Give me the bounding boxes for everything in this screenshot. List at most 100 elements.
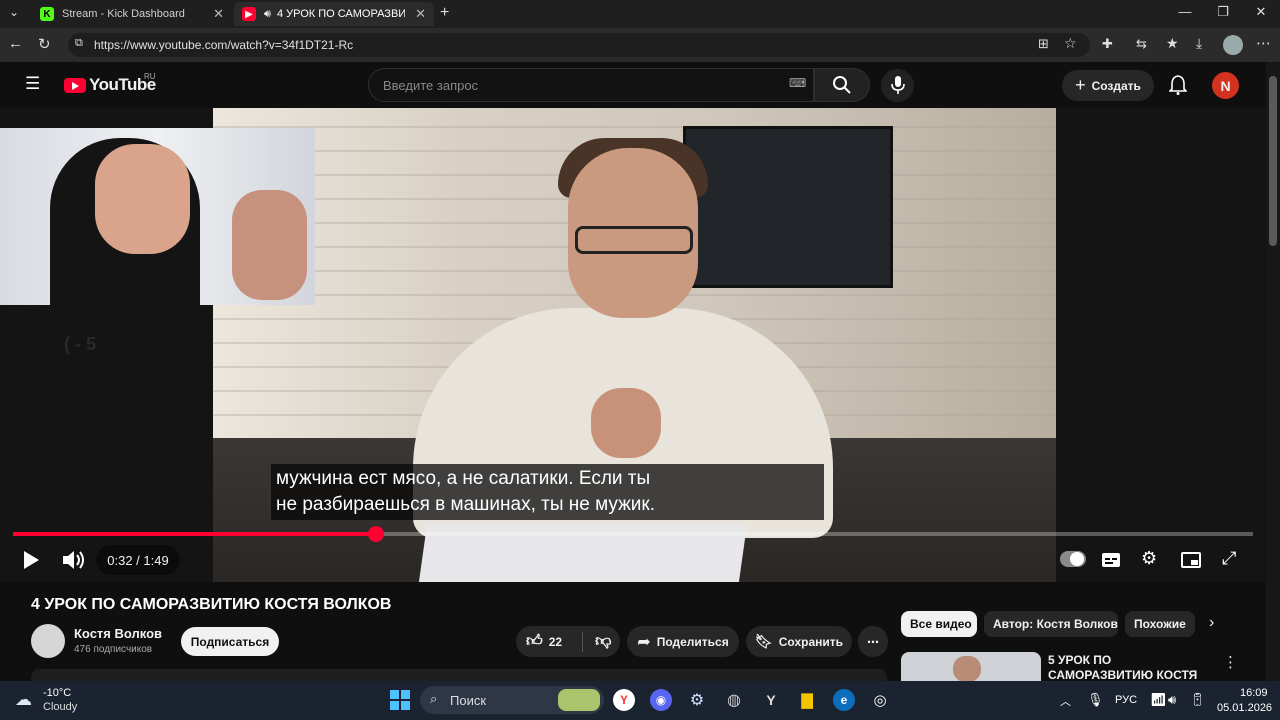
- create-button[interactable]: + Создать: [1062, 70, 1154, 101]
- app-available-icon[interactable]: ⊞: [1038, 36, 1049, 52]
- youtube-header: ☰ YouTube RU Введите запрос ⌨ + Создать …: [0, 62, 1266, 108]
- extensions-icon[interactable]: ✚: [1102, 36, 1113, 52]
- vpn-globe-icon[interactable]: ◍: [723, 689, 745, 711]
- url-field[interactable]: ⧉ https://www.youtube.com/watch?v=34f1DT…: [68, 33, 1090, 57]
- kick-icon: K: [40, 7, 54, 21]
- microphone-icon: [891, 76, 905, 94]
- edge-browser-icon[interactable]: e: [833, 689, 855, 711]
- save-button[interactable]: 🔖︎ Сохранить: [746, 626, 852, 657]
- more-actions-button[interactable]: ⋯: [858, 626, 888, 657]
- more-vertical-icon[interactable]: ⋮: [1223, 653, 1238, 671]
- chevron-right-icon[interactable]: ›: [1209, 614, 1214, 632]
- share-button[interactable]: ➦ Поделиться: [627, 626, 739, 657]
- steam-icon[interactable]: ⚙: [686, 689, 708, 711]
- player-letterbox-right: [1056, 108, 1266, 582]
- input-language[interactable]: РУС: [1115, 694, 1137, 706]
- play-icon[interactable]: [22, 550, 40, 570]
- split-screen-icon[interactable]: ⇆: [1136, 36, 1147, 52]
- close-icon[interactable]: ✕: [213, 6, 224, 22]
- video-player[interactable]: ( - 5 мужчина ест мясо, а не салатики. Е…: [0, 108, 1266, 582]
- thumbs-up-icon[interactable]: 👍︎: [526, 632, 543, 651]
- close-window-icon[interactable]: ✕: [1242, 4, 1280, 20]
- tab-list-icon[interactable]: ⌄: [9, 5, 19, 19]
- cloudy-weather-icon[interactable]: ☁: [15, 690, 32, 710]
- tray-chevron-up-icon[interactable]: ︿: [1060, 693, 1071, 709]
- region-code: RU: [144, 72, 156, 81]
- presenter-fist: [591, 388, 661, 458]
- chip-by-author[interactable]: Автор: Костя Волков: [984, 611, 1118, 637]
- yandex-browser-icon[interactable]: Y: [613, 689, 635, 711]
- battery-icon[interactable]: 🔋︎: [1189, 692, 1206, 708]
- windows-start-icon[interactable]: [389, 689, 411, 711]
- restore-icon[interactable]: ❐: [1204, 4, 1242, 20]
- discord-icon[interactable]: ◉: [650, 689, 672, 711]
- downloads-icon[interactable]: ⤓: [1196, 35, 1202, 52]
- weather-temperature[interactable]: -10°C: [43, 687, 71, 699]
- tab-kick-dashboard[interactable]: K Stream - Kick Dashboard ✕: [32, 2, 232, 26]
- keyboard-icon[interactable]: ⌨: [789, 76, 806, 90]
- channel-avatar[interactable]: [31, 624, 65, 658]
- clock-time[interactable]: 16:09: [1240, 687, 1268, 699]
- page-scrollbar[interactable]: [1266, 62, 1280, 682]
- autoplay-toggle[interactable]: [1060, 551, 1086, 567]
- tray-volume-icon[interactable]: 🔊︎: [1168, 692, 1176, 708]
- thumbs-down-icon[interactable]: 👎︎: [595, 632, 611, 651]
- taskbar-search[interactable]: ⌕ Поиск: [420, 686, 604, 714]
- account-avatar[interactable]: N: [1212, 72, 1239, 99]
- description-box[interactable]: [31, 669, 887, 681]
- reload-icon[interactable]: ↻: [38, 35, 51, 53]
- ghost-overlay-text: ( - 5: [64, 334, 97, 354]
- profile-avatar[interactable]: [1223, 35, 1243, 55]
- search-icon: ⌕: [430, 691, 438, 706]
- search-placeholder: Введите запрос: [383, 78, 479, 93]
- tab-youtube-video[interactable]: ▶ 🔊︎ 4 УРОК ПО САМОРАЗВИТИ ✕: [234, 2, 434, 26]
- search-input[interactable]: Введите запрос ⌨: [368, 68, 814, 102]
- notifications-bell-icon[interactable]: [1169, 75, 1187, 95]
- chip-all-videos[interactable]: Все видео: [901, 611, 977, 637]
- subtitles-icon[interactable]: [1101, 552, 1121, 568]
- channel-name[interactable]: Костя Волков: [74, 626, 162, 641]
- miniplayer-icon[interactable]: [1181, 552, 1201, 568]
- speaker-icon[interactable]: 🔊︎: [264, 8, 271, 21]
- back-icon[interactable]: ←: [8, 35, 23, 52]
- close-icon[interactable]: ✕: [415, 6, 426, 22]
- yandex-music-icon[interactable]: Y: [760, 689, 782, 711]
- minimize-icon[interactable]: —: [1166, 4, 1204, 19]
- tab-label: Stream - Kick Dashboard: [62, 8, 185, 20]
- favorite-star-icon[interactable]: ☆: [1064, 35, 1077, 52]
- site-info-icon[interactable]: ⧉: [75, 37, 83, 50]
- obs-studio-icon[interactable]: ◎: [869, 689, 891, 711]
- settings-gear-icon[interactable]: ⚙: [1141, 548, 1157, 569]
- youtube-logo-icon[interactable]: [64, 78, 86, 93]
- chip-similar[interactable]: Похожие: [1125, 611, 1195, 637]
- subscribe-button[interactable]: Подписаться: [181, 627, 279, 656]
- recommended-thumbnail[interactable]: [901, 652, 1041, 682]
- weather-description[interactable]: Cloudy: [43, 701, 77, 713]
- recommended-title[interactable]: 5 УРОК ПО САМОРАЗВИТИЮ КОСТЯ ВОЛКОВ: [1048, 653, 1218, 681]
- file-explorer-icon[interactable]: ▇: [796, 689, 818, 711]
- search-icon: [833, 76, 851, 94]
- new-tab-icon[interactable]: +: [440, 4, 449, 22]
- scrollbar-thumb[interactable]: [1269, 76, 1277, 246]
- wifi-icon[interactable]: 📶︎: [1150, 692, 1167, 708]
- tray-microphone-icon[interactable]: 🎙︎: [1087, 692, 1104, 708]
- search-button[interactable]: [814, 68, 870, 102]
- progress-scrubber[interactable]: [368, 526, 384, 542]
- caption-line: не разбираешься в машинах, ты не мужик.: [276, 494, 656, 515]
- divider: [582, 631, 584, 652]
- address-bar-row: ← ↻ ⧉ https://www.youtube.com/watch?v=34…: [0, 28, 1280, 62]
- like-count[interactable]: 22: [549, 635, 562, 649]
- voice-search-button[interactable]: [881, 69, 914, 102]
- save-label: Сохранить: [778, 634, 844, 649]
- favorites-icon[interactable]: ★: [1166, 35, 1179, 52]
- progress-bar[interactable]: [13, 526, 1253, 542]
- volume-icon[interactable]: [62, 549, 86, 571]
- subtitles: мужчина ест мясо, а не салатики. Если ты…: [271, 464, 824, 520]
- more-menu-icon[interactable]: ⋯: [1256, 34, 1271, 52]
- streamer-webcam-overlay: [0, 128, 315, 305]
- caption-line: мужчина ест мясо, а не салатики. Если ты: [276, 468, 651, 489]
- hamburger-menu-icon[interactable]: ☰: [25, 74, 40, 94]
- fullscreen-icon[interactable]: ⤢: [1222, 548, 1236, 569]
- progress-played: [13, 532, 376, 536]
- clock-date[interactable]: 05.01.2026: [1217, 702, 1272, 714]
